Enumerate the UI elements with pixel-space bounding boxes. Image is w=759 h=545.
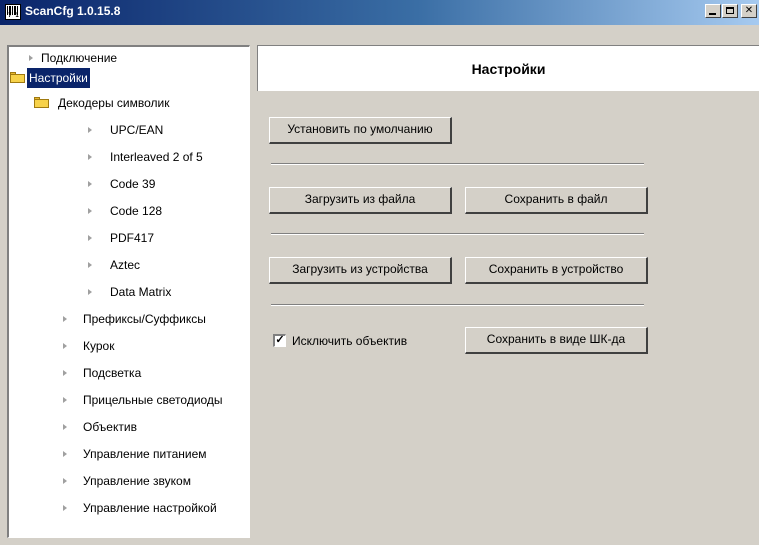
folder-icon	[34, 97, 49, 108]
minimize-button[interactable]	[705, 4, 721, 18]
arrow-icon	[63, 397, 67, 403]
panel-header: Настройки	[257, 45, 759, 91]
panel-title: Настройки	[471, 61, 546, 77]
arrow-icon	[88, 127, 92, 133]
separator	[271, 163, 644, 165]
tree-item-label: Декодеры символик	[58, 96, 170, 110]
tree-item-label: Объектив	[83, 420, 137, 434]
load-from-file-button[interactable]: Загрузить из файла	[269, 187, 452, 214]
arrow-icon	[88, 235, 92, 241]
title-bar[interactable]: 7 1 ScanCfg 1.0.15.8 ✕	[0, 0, 759, 25]
arrow-icon	[88, 154, 92, 160]
arrow-icon	[63, 343, 67, 349]
save-to-device-button[interactable]: Сохранить в устройство	[465, 257, 648, 284]
tree-item-label: Префиксы/Суффиксы	[83, 312, 206, 326]
arrow-icon	[63, 316, 67, 322]
window-title: ScanCfg 1.0.15.8	[25, 4, 121, 18]
separator	[271, 304, 644, 306]
arrow-icon	[88, 181, 92, 187]
tree-item-label: Прицельные светодиоды	[83, 393, 223, 407]
tree-item-label: Настройки	[27, 68, 90, 88]
separator	[271, 233, 644, 235]
app-icon-caption: 7 1	[8, 12, 19, 19]
arrow-icon	[63, 370, 67, 376]
folder-icon	[10, 72, 25, 83]
tree-item-label: Управление питанием	[83, 447, 207, 461]
tree-item-label: Interleaved 2 of 5	[110, 150, 203, 164]
settings-tree[interactable]: Подключение Настройки Декодеры символик …	[7, 45, 250, 538]
tree-item-label: Управление звуком	[83, 474, 191, 488]
tree-item-label: Aztec	[110, 258, 141, 272]
maximize-button[interactable]	[722, 4, 738, 18]
maximize-icon	[726, 7, 734, 14]
close-icon: ✕	[744, 5, 754, 16]
arrow-icon	[63, 451, 67, 457]
tree-item-label: UPC/EAN	[110, 123, 164, 137]
tree-item-label: Управление настройкой	[83, 501, 217, 515]
arrow-icon	[88, 262, 92, 268]
minimize-icon	[709, 13, 716, 15]
tree-item-label: Data Matrix	[110, 285, 172, 299]
barcode-icon[interactable]: 7 1	[5, 4, 21, 20]
exclude-lens-label: Исключить объектив	[292, 334, 408, 348]
reset-defaults-button[interactable]: Установить по умолчанию	[269, 117, 452, 144]
tree-item-label: Курок	[83, 339, 115, 353]
save-as-barcode-button[interactable]: Сохранить в виде ШК-да	[465, 327, 648, 354]
tree-item-label: Подсветка	[83, 366, 142, 380]
tree-item-label: Code 39	[110, 177, 156, 191]
arrow-icon	[63, 424, 67, 430]
load-from-device-button[interactable]: Загрузить из устройства	[269, 257, 452, 284]
arrow-icon	[63, 478, 67, 484]
tree-item-label: Подключение	[41, 51, 118, 65]
save-to-file-button[interactable]: Сохранить в файл	[465, 187, 648, 214]
arrow-icon	[88, 208, 92, 214]
tree-item-label: PDF417	[110, 231, 155, 245]
arrow-icon	[29, 55, 33, 61]
tree-item-label: Code 128	[110, 204, 163, 218]
close-button[interactable]: ✕	[741, 4, 757, 18]
exclude-lens-checkbox[interactable]: ✓	[273, 334, 286, 347]
arrow-icon	[63, 505, 67, 511]
arrow-icon	[88, 289, 92, 295]
